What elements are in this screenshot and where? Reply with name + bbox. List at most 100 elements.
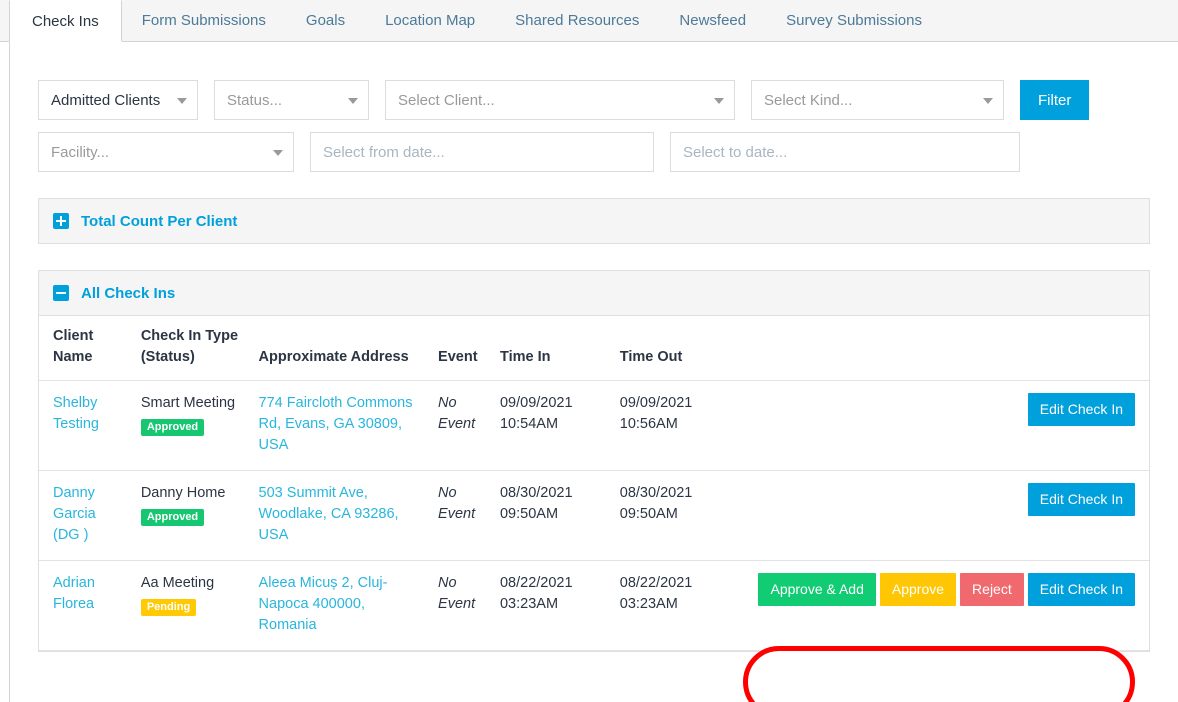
client-name-link[interactable]: Danny Garcia (DG )	[53, 485, 96, 543]
filter-row-2: Facility... Select from date... Select t…	[38, 132, 1150, 172]
cell-check-in-type: Danny Home Approved	[132, 470, 251, 562]
tab-label: Location Map	[385, 12, 476, 29]
column-header-client-name: Client Name	[39, 316, 133, 382]
total-count-panel-header[interactable]: Total Count Per Client	[38, 198, 1150, 244]
edit-button[interactable]: Edit Check In	[1027, 483, 1135, 517]
admitted-clients-select[interactable]: Admitted Clients	[38, 80, 198, 120]
page-body: Admitted Clients Status... Select Client…	[9, 42, 1178, 702]
approve-button[interactable]: Approve	[879, 573, 957, 607]
cell-check-in-type: Smart Meeting Approved	[132, 380, 251, 472]
chevron-down-icon	[714, 98, 724, 104]
table-header-row: Client Name Check In Type (Status) Appro…	[39, 316, 1149, 382]
reject-button[interactable]: Reject	[960, 573, 1024, 607]
edit-button[interactable]: Edit Check In	[1027, 393, 1135, 427]
address-link[interactable]: Aleea Micuș 2, Cluj-Napoca 400000, Roman…	[259, 575, 388, 633]
check-ins-table: Client Name Check In Type (Status) Appro…	[39, 316, 1149, 652]
tab-label: Shared Resources	[515, 12, 640, 29]
table-head: Client Name Check In Type (Status) Appro…	[39, 316, 1149, 382]
cell-address: Aleea Micuș 2, Cluj-Napoca 400000, Roman…	[250, 560, 431, 652]
cell-time-out: 08/30/2021 09:50AM	[611, 470, 747, 562]
table-row: Danny Garcia (DG ) Danny Home Approved 503 …	[39, 470, 1149, 562]
admitted-clients-value: Admitted Clients	[51, 91, 161, 109]
action-button-group: Edit Check In	[1024, 483, 1135, 517]
all-check-ins-panel-body: Client Name Check In Type (Status) Appro…	[38, 316, 1150, 653]
all-check-ins-panel-header[interactable]: All Check Ins	[38, 270, 1150, 316]
cell-actions: Edit Check In	[746, 380, 1149, 472]
tab-label: Check Ins	[32, 12, 99, 30]
facility-value: Facility...	[51, 143, 110, 161]
column-header-time-out: Time Out	[611, 316, 747, 382]
red-oval-highlight-annotation	[743, 646, 1135, 702]
address-link[interactable]: 503 Summit Ave, Woodlake, CA 93286, USA	[259, 485, 399, 543]
column-header-actions	[746, 316, 1149, 382]
table-row: Shelby Testing Smart Meeting Approved 774 F…	[39, 380, 1149, 472]
cell-client-name: Adrian Florea	[39, 560, 133, 652]
chevron-down-icon	[983, 98, 993, 104]
select-client-select[interactable]: Select Client...	[385, 80, 735, 120]
status-badge: Approved	[140, 509, 205, 527]
cell-time-in: 08/30/2021 09:50AM	[491, 470, 612, 562]
cell-check-in-type: Aa Meeting Pending	[132, 560, 251, 652]
tab-label: Survey Submissions	[786, 12, 922, 29]
from-date-value: Select from date...	[323, 143, 445, 161]
cell-event: No Event	[430, 380, 492, 472]
status-select[interactable]: Status...	[214, 80, 369, 120]
from-date-input[interactable]: Select from date...	[310, 132, 654, 172]
cell-time-in: 09/09/2021 10:54AM	[491, 380, 612, 472]
cell-time-in: 08/22/2021 03:23AM	[491, 560, 612, 652]
client-name-link[interactable]: Adrian Florea	[53, 575, 95, 612]
address-link[interactable]: 774 Faircloth Commons Rd, Evans, GA 3080…	[259, 395, 413, 453]
filter-panel: Admitted Clients Status... Select Client…	[10, 42, 1178, 172]
tab-label: Newsfeed	[679, 12, 747, 29]
table-body: Shelby Testing Smart Meeting Approved 774 F…	[39, 380, 1149, 652]
tab-goals[interactable]: Goals	[286, 0, 365, 41]
cell-actions: Approve & Add Approve Reject Edit Check In	[746, 560, 1149, 652]
to-date-value: Select to date...	[683, 143, 788, 161]
to-date-input[interactable]: Select to date...	[670, 132, 1020, 172]
tab-shared-resources[interactable]: Shared Resources	[495, 0, 659, 41]
action-button-group: Edit Check In	[1024, 393, 1135, 427]
select-kind-value: Select Kind...	[764, 91, 853, 109]
tab-newsfeed[interactable]: Newsfeed	[659, 0, 766, 41]
total-count-panel: Total Count Per Client	[38, 198, 1150, 244]
chevron-down-icon	[348, 98, 358, 104]
filter-row-1: Admitted Clients Status... Select Client…	[38, 80, 1150, 120]
approve-add-button[interactable]: Approve & Add	[758, 573, 876, 607]
tab-label: Form Submissions	[141, 12, 266, 29]
collapse-minus-icon[interactable]	[53, 285, 69, 301]
cell-address: 774 Faircloth Commons Rd, Evans, GA 3080…	[250, 380, 431, 472]
cell-event: No Event	[430, 470, 492, 562]
select-kind-select[interactable]: Select Kind...	[751, 80, 1004, 120]
column-header-address: Approximate Address	[250, 316, 431, 382]
all-check-ins-panel: All Check Ins Client Name Check In Type …	[38, 270, 1150, 653]
column-header-event: Event	[430, 316, 492, 382]
filter-button[interactable]: Filter	[1020, 80, 1090, 120]
select-client-value: Select Client...	[398, 91, 495, 109]
cell-time-out: 08/22/2021 03:23AM	[611, 560, 747, 652]
cell-time-out: 09/09/2021 10:56AM	[611, 380, 747, 472]
chevron-down-icon	[177, 98, 187, 104]
cell-event: No Event	[430, 560, 492, 652]
tab-check-ins[interactable]: Check Ins	[9, 0, 122, 42]
facility-select[interactable]: Facility...	[38, 132, 294, 172]
table-row: Adrian Florea Aa Meeting Pending Aleea Micu…	[39, 560, 1149, 652]
cell-client-name: Danny Garcia (DG )	[39, 470, 133, 562]
status-badge: Pending	[140, 599, 197, 617]
tab-label: Goals	[305, 12, 346, 29]
total-count-panel-title: Total Count Per Client	[81, 212, 238, 230]
tab-survey-submissions[interactable]: Survey Submissions	[766, 0, 942, 41]
cell-address: 503 Summit Ave, Woodlake, CA 93286, USA	[250, 470, 431, 562]
column-header-check-in-type: Check In Type (Status)	[132, 316, 251, 382]
check-in-type-text: Danny Home	[140, 485, 226, 502]
edit-button[interactable]: Edit Check In	[1027, 573, 1135, 607]
tab-location-map[interactable]: Location Map	[365, 0, 495, 41]
action-button-group: Approve & Add Approve Reject Edit Check In	[754, 573, 1135, 607]
tab-form-submissions[interactable]: Form Submissions	[122, 0, 286, 41]
check-in-type-text: Smart Meeting	[140, 395, 236, 412]
all-check-ins-panel-title: All Check Ins	[81, 284, 176, 302]
client-name-link[interactable]: Shelby Testing	[53, 395, 99, 432]
cell-actions: Edit Check In	[746, 470, 1149, 562]
expand-plus-icon[interactable]	[53, 213, 69, 229]
check-in-type-text: Aa Meeting	[140, 575, 215, 592]
cell-client-name: Shelby Testing	[39, 380, 133, 472]
